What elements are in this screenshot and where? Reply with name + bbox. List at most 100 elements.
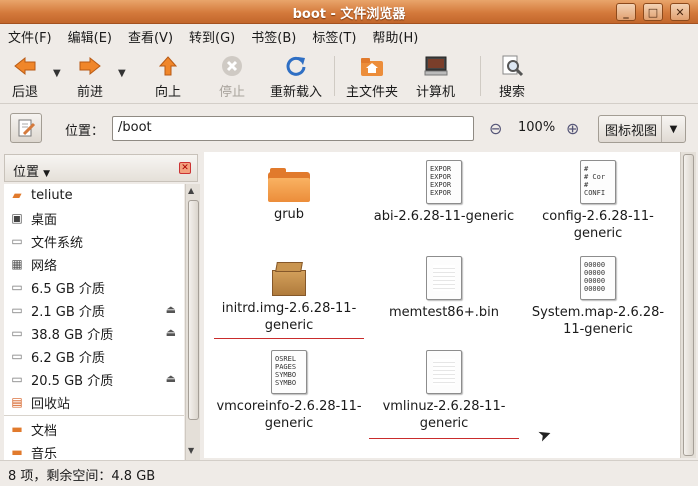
- chevron-down-icon: ▼: [43, 169, 51, 179]
- menu-file[interactable]: 文件(F): [8, 27, 52, 46]
- search-label: 搜索: [499, 85, 526, 100]
- file-name: System.map-2.6.28-11-generic: [531, 305, 665, 337]
- file-item[interactable]: # # Cor # CONFI config-2.6.28-11-generic: [523, 160, 673, 242]
- zoom-level: 100%: [518, 120, 556, 135]
- eject-icon[interactable]: ⏏: [166, 303, 176, 316]
- sidebar-item-desktop[interactable]: ▣ 桌面: [4, 207, 184, 229]
- reload-button[interactable]: 重新载入: [270, 54, 322, 100]
- sidebar-item-volume[interactable]: ▭ 38.8 GB 介质 ⏏: [4, 322, 184, 344]
- back-label: 后退: [12, 85, 39, 100]
- stop-icon: [219, 54, 245, 78]
- side-scrollbar[interactable]: ▲ ▼: [185, 184, 200, 460]
- arrow-up-icon: [155, 54, 181, 78]
- toolbar-separator: [480, 56, 481, 96]
- zoom-in-icon[interactable]: ⊕: [566, 119, 579, 138]
- computer-label: 计算机: [416, 85, 456, 100]
- minimize-button[interactable]: _: [616, 3, 636, 21]
- side-pane-header[interactable]: 位置 ▼ ✕: [4, 154, 198, 182]
- menu-help[interactable]: 帮助(H): [372, 27, 418, 46]
- home-button[interactable]: 主文件夹: [346, 54, 398, 100]
- menu-bookmarks[interactable]: 书签(B): [251, 27, 296, 46]
- menu-go[interactable]: 转到(G): [189, 27, 235, 46]
- text-file-icon: OSREL PAGES SYMBO SYMBO: [271, 350, 307, 394]
- search-button[interactable]: 搜索: [499, 54, 525, 100]
- computer-button[interactable]: 计算机: [416, 54, 455, 100]
- menu-view[interactable]: 查看(V): [128, 27, 173, 46]
- file-name: vmcoreinfo-2.6.28-11-generic: [216, 399, 362, 431]
- file-item[interactable]: OSREL PAGES SYMBO SYMBO vmcoreinfo-2.6.2…: [214, 350, 364, 432]
- scrollbar-thumb[interactable]: [683, 154, 694, 456]
- toolbar: 后退 ▼ 前进 ▼ 向上 停止 重新载入 主文件夹 计算机 搜索: [0, 48, 698, 104]
- arrow-left-icon: [12, 54, 38, 78]
- sidebar-item-filesystem[interactable]: ▭ 文件系统: [4, 230, 184, 252]
- file-item[interactable]: grub: [214, 160, 364, 223]
- side-pane: 位置 ▼ ✕ ▰ teliute ▣ 桌面 ▭ 文件系统 ▦ 网络 ▭ 6.5 GB 介质…: [0, 150, 202, 460]
- stop-button[interactable]: 停止: [219, 54, 245, 100]
- sidebar-item-network[interactable]: ▦ 网络: [4, 253, 184, 275]
- drive-icon: ▭: [11, 280, 23, 294]
- zoom-out-icon[interactable]: ⊖: [489, 119, 502, 138]
- file-item[interactable]: initrd.img-2.6.28-11-generic: [214, 256, 364, 339]
- places-list: ▰ teliute ▣ 桌面 ▭ 文件系统 ▦ 网络 ▭ 6.5 GB 介质 ▭ 2.1 G…: [4, 184, 184, 460]
- view-mode-select[interactable]: 图标视图 ▼: [598, 115, 686, 143]
- text-file-icon: # # Cor # CONFI: [580, 160, 616, 204]
- file-icon-view: grub EXPOR EXPOR EXPOR EXPOR abi-2.6.28-…: [204, 152, 680, 458]
- stop-label: 停止: [219, 85, 246, 100]
- menu-edit[interactable]: 编辑(E): [68, 27, 112, 46]
- file-item[interactable]: vmlinuz-2.6.28-11-generic: [369, 350, 519, 439]
- maximize-icon: □: [647, 5, 659, 19]
- drive-icon: ▭: [11, 349, 23, 363]
- up-button[interactable]: 向上: [155, 54, 181, 100]
- view-mode-label: 图标视图: [605, 123, 658, 139]
- text-file-icon: EXPOR EXPOR EXPOR EXPOR: [426, 160, 462, 204]
- main-scrollbar[interactable]: [680, 152, 696, 458]
- file-item[interactable]: 00000 00000 00000 00000 System.map-2.6.2…: [523, 256, 673, 338]
- close-icon[interactable]: ✕: [179, 162, 191, 174]
- sidebar-item-volume[interactable]: ▭ 20.5 GB 介质 ⏏: [4, 368, 184, 390]
- forward-button[interactable]: 前进: [77, 54, 103, 100]
- eject-icon[interactable]: ⏏: [166, 326, 176, 339]
- sidebar-item-volume[interactable]: ▭ 2.1 GB 介质 ⏏: [4, 299, 184, 321]
- computer-icon: [423, 54, 449, 78]
- scroll-up-icon[interactable]: ▲: [188, 186, 194, 195]
- folder-icon: ▬: [11, 445, 23, 459]
- home-folder-icon: [359, 54, 385, 78]
- back-history-chevron-icon[interactable]: ▼: [53, 68, 61, 79]
- menu-bar: 文件(F) 编辑(E) 查看(V) 转到(G) 书签(B) 标签(T) 帮助(H…: [0, 24, 698, 48]
- close-button[interactable]: ✕: [670, 3, 690, 21]
- home-icon: ▰: [12, 188, 22, 202]
- reload-label: 重新载入: [270, 85, 323, 100]
- scrollbar-thumb[interactable]: [188, 200, 199, 420]
- search-icon: [499, 54, 525, 78]
- sidebar-item-trash[interactable]: ▤ 回收站: [4, 391, 184, 413]
- file-name: memtest86+.bin: [389, 305, 499, 320]
- file-item[interactable]: memtest86+.bin: [369, 256, 519, 321]
- network-icon: ▦: [11, 257, 23, 271]
- location-edit-toggle[interactable]: [10, 113, 42, 143]
- location-input[interactable]: /boot: [112, 116, 474, 141]
- archive-icon: [272, 262, 306, 296]
- back-button[interactable]: 后退: [12, 54, 38, 100]
- location-label: 位置：: [65, 124, 105, 139]
- desktop-icon: ▣: [11, 211, 23, 225]
- title-bar: boot - 文件浏览器 _ □ ✕: [0, 0, 698, 24]
- sidebar-item-volume[interactable]: ▭ 6.2 GB 介质: [4, 345, 184, 367]
- file-name: abi-2.6.28-11-generic: [373, 209, 515, 224]
- window-title: boot - 文件浏览器: [292, 7, 406, 22]
- sidebar-item-documents[interactable]: ▬ 文档: [4, 418, 184, 440]
- binary-file-icon: [426, 350, 462, 394]
- minimize-icon: _: [623, 5, 629, 19]
- file-name: vmlinuz-2.6.28-11-generic: [369, 398, 519, 439]
- side-pane-title[interactable]: 位置 ▼: [13, 161, 50, 180]
- maximize-button[interactable]: □: [643, 3, 663, 21]
- menu-tabs[interactable]: 标签(T): [312, 27, 356, 46]
- forward-history-chevron-icon[interactable]: ▼: [118, 68, 126, 79]
- up-label: 向上: [155, 85, 182, 100]
- scroll-down-icon[interactable]: ▼: [188, 446, 194, 455]
- sidebar-item-home[interactable]: ▰ teliute: [4, 184, 184, 206]
- file-item[interactable]: EXPOR EXPOR EXPOR EXPOR abi-2.6.28-11-ge…: [369, 160, 519, 225]
- folder-icon: [268, 168, 310, 202]
- sidebar-item-volume[interactable]: ▭ 6.5 GB 介质: [4, 276, 184, 298]
- sidebar-item-music[interactable]: ▬ 音乐: [4, 441, 184, 460]
- eject-icon[interactable]: ⏏: [166, 372, 176, 385]
